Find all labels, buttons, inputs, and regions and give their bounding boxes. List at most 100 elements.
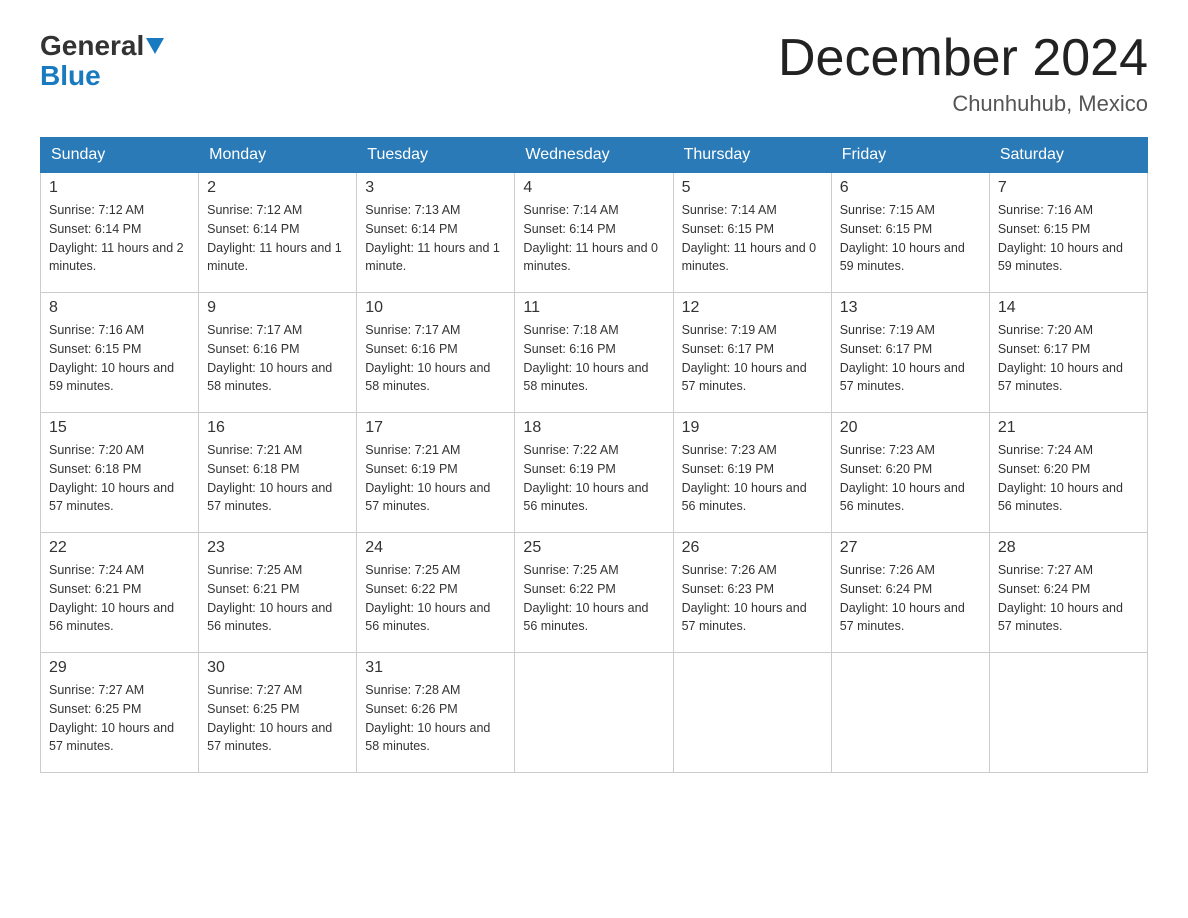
calendar-cell: 7 Sunrise: 7:16 AM Sunset: 6:15 PM Dayli…: [989, 173, 1147, 293]
calendar-cell: 16 Sunrise: 7:21 AM Sunset: 6:18 PM Dayl…: [199, 413, 357, 533]
day-number: 26: [682, 539, 823, 557]
calendar-cell: 29 Sunrise: 7:27 AM Sunset: 6:25 PM Dayl…: [41, 653, 199, 773]
day-info: Sunrise: 7:23 AM Sunset: 6:19 PM Dayligh…: [682, 441, 823, 516]
day-info: Sunrise: 7:19 AM Sunset: 6:17 PM Dayligh…: [840, 321, 981, 396]
calendar-cell: 25 Sunrise: 7:25 AM Sunset: 6:22 PM Dayl…: [515, 533, 673, 653]
weekday-header-thursday: Thursday: [673, 138, 831, 173]
day-info: Sunrise: 7:27 AM Sunset: 6:25 PM Dayligh…: [207, 681, 348, 756]
weekday-header-tuesday: Tuesday: [357, 138, 515, 173]
day-info: Sunrise: 7:25 AM Sunset: 6:22 PM Dayligh…: [523, 561, 664, 636]
calendar-cell: [989, 653, 1147, 773]
day-info: Sunrise: 7:18 AM Sunset: 6:16 PM Dayligh…: [523, 321, 664, 396]
day-info: Sunrise: 7:16 AM Sunset: 6:15 PM Dayligh…: [998, 201, 1139, 276]
weekday-header-sunday: Sunday: [41, 138, 199, 173]
day-info: Sunrise: 7:12 AM Sunset: 6:14 PM Dayligh…: [207, 201, 348, 276]
logo-general-text: General: [40, 30, 144, 62]
calendar-cell: 21 Sunrise: 7:24 AM Sunset: 6:20 PM Dayl…: [989, 413, 1147, 533]
calendar-cell: 1 Sunrise: 7:12 AM Sunset: 6:14 PM Dayli…: [41, 173, 199, 293]
day-info: Sunrise: 7:14 AM Sunset: 6:14 PM Dayligh…: [523, 201, 664, 276]
calendar-week-row: 29 Sunrise: 7:27 AM Sunset: 6:25 PM Dayl…: [41, 653, 1148, 773]
day-info: Sunrise: 7:26 AM Sunset: 6:23 PM Dayligh…: [682, 561, 823, 636]
day-info: Sunrise: 7:25 AM Sunset: 6:21 PM Dayligh…: [207, 561, 348, 636]
day-number: 20: [840, 419, 981, 437]
day-number: 10: [365, 299, 506, 317]
day-number: 9: [207, 299, 348, 317]
day-number: 18: [523, 419, 664, 437]
calendar-cell: [673, 653, 831, 773]
day-number: 23: [207, 539, 348, 557]
day-number: 27: [840, 539, 981, 557]
day-number: 14: [998, 299, 1139, 317]
day-info: Sunrise: 7:17 AM Sunset: 6:16 PM Dayligh…: [207, 321, 348, 396]
day-number: 17: [365, 419, 506, 437]
day-number: 21: [998, 419, 1139, 437]
calendar-week-row: 15 Sunrise: 7:20 AM Sunset: 6:18 PM Dayl…: [41, 413, 1148, 533]
day-info: Sunrise: 7:27 AM Sunset: 6:25 PM Dayligh…: [49, 681, 190, 756]
day-info: Sunrise: 7:26 AM Sunset: 6:24 PM Dayligh…: [840, 561, 981, 636]
calendar-cell: 5 Sunrise: 7:14 AM Sunset: 6:15 PM Dayli…: [673, 173, 831, 293]
calendar-cell: 15 Sunrise: 7:20 AM Sunset: 6:18 PM Dayl…: [41, 413, 199, 533]
calendar-week-row: 22 Sunrise: 7:24 AM Sunset: 6:21 PM Dayl…: [41, 533, 1148, 653]
calendar-cell: 14 Sunrise: 7:20 AM Sunset: 6:17 PM Dayl…: [989, 293, 1147, 413]
day-info: Sunrise: 7:13 AM Sunset: 6:14 PM Dayligh…: [365, 201, 506, 276]
day-info: Sunrise: 7:25 AM Sunset: 6:22 PM Dayligh…: [365, 561, 506, 636]
calendar-table: SundayMondayTuesdayWednesdayThursdayFrid…: [40, 137, 1148, 773]
day-info: Sunrise: 7:22 AM Sunset: 6:19 PM Dayligh…: [523, 441, 664, 516]
calendar-cell: 26 Sunrise: 7:26 AM Sunset: 6:23 PM Dayl…: [673, 533, 831, 653]
logo: General Blue: [40, 30, 166, 92]
calendar-cell: 13 Sunrise: 7:19 AM Sunset: 6:17 PM Dayl…: [831, 293, 989, 413]
calendar-cell: 6 Sunrise: 7:15 AM Sunset: 6:15 PM Dayli…: [831, 173, 989, 293]
calendar-cell: 18 Sunrise: 7:22 AM Sunset: 6:19 PM Dayl…: [515, 413, 673, 533]
weekday-header-saturday: Saturday: [989, 138, 1147, 173]
day-number: 25: [523, 539, 664, 557]
day-number: 7: [998, 179, 1139, 197]
calendar-cell: 27 Sunrise: 7:26 AM Sunset: 6:24 PM Dayl…: [831, 533, 989, 653]
day-number: 3: [365, 179, 506, 197]
calendar-cell: 12 Sunrise: 7:19 AM Sunset: 6:17 PM Dayl…: [673, 293, 831, 413]
calendar-cell: 28 Sunrise: 7:27 AM Sunset: 6:24 PM Dayl…: [989, 533, 1147, 653]
day-number: 29: [49, 659, 190, 677]
calendar-cell: 20 Sunrise: 7:23 AM Sunset: 6:20 PM Dayl…: [831, 413, 989, 533]
page-header: General Blue December 2024 Chunhuhub, Me…: [40, 30, 1148, 117]
calendar-cell: 31 Sunrise: 7:28 AM Sunset: 6:26 PM Dayl…: [357, 653, 515, 773]
day-number: 24: [365, 539, 506, 557]
day-info: Sunrise: 7:24 AM Sunset: 6:20 PM Dayligh…: [998, 441, 1139, 516]
calendar-cell: 30 Sunrise: 7:27 AM Sunset: 6:25 PM Dayl…: [199, 653, 357, 773]
calendar-cell: 23 Sunrise: 7:25 AM Sunset: 6:21 PM Dayl…: [199, 533, 357, 653]
day-info: Sunrise: 7:21 AM Sunset: 6:19 PM Dayligh…: [365, 441, 506, 516]
calendar-cell: [515, 653, 673, 773]
title-area: December 2024 Chunhuhub, Mexico: [778, 30, 1148, 117]
weekday-header-friday: Friday: [831, 138, 989, 173]
weekday-header-row: SundayMondayTuesdayWednesdayThursdayFrid…: [41, 138, 1148, 173]
calendar-cell: 2 Sunrise: 7:12 AM Sunset: 6:14 PM Dayli…: [199, 173, 357, 293]
logo-blue-text: Blue: [40, 60, 101, 91]
day-number: 5: [682, 179, 823, 197]
day-number: 12: [682, 299, 823, 317]
day-number: 13: [840, 299, 981, 317]
day-number: 30: [207, 659, 348, 677]
day-number: 8: [49, 299, 190, 317]
day-info: Sunrise: 7:12 AM Sunset: 6:14 PM Dayligh…: [49, 201, 190, 276]
calendar-week-row: 8 Sunrise: 7:16 AM Sunset: 6:15 PM Dayli…: [41, 293, 1148, 413]
day-number: 15: [49, 419, 190, 437]
day-info: Sunrise: 7:16 AM Sunset: 6:15 PM Dayligh…: [49, 321, 190, 396]
calendar-cell: 9 Sunrise: 7:17 AM Sunset: 6:16 PM Dayli…: [199, 293, 357, 413]
calendar-cell: 8 Sunrise: 7:16 AM Sunset: 6:15 PM Dayli…: [41, 293, 199, 413]
calendar-cell: 11 Sunrise: 7:18 AM Sunset: 6:16 PM Dayl…: [515, 293, 673, 413]
day-number: 16: [207, 419, 348, 437]
location-label: Chunhuhub, Mexico: [778, 91, 1148, 117]
calendar-cell: 10 Sunrise: 7:17 AM Sunset: 6:16 PM Dayl…: [357, 293, 515, 413]
day-info: Sunrise: 7:27 AM Sunset: 6:24 PM Dayligh…: [998, 561, 1139, 636]
calendar-week-row: 1 Sunrise: 7:12 AM Sunset: 6:14 PM Dayli…: [41, 173, 1148, 293]
day-info: Sunrise: 7:14 AM Sunset: 6:15 PM Dayligh…: [682, 201, 823, 276]
day-info: Sunrise: 7:21 AM Sunset: 6:18 PM Dayligh…: [207, 441, 348, 516]
calendar-cell: 24 Sunrise: 7:25 AM Sunset: 6:22 PM Dayl…: [357, 533, 515, 653]
day-info: Sunrise: 7:20 AM Sunset: 6:18 PM Dayligh…: [49, 441, 190, 516]
day-number: 22: [49, 539, 190, 557]
day-info: Sunrise: 7:23 AM Sunset: 6:20 PM Dayligh…: [840, 441, 981, 516]
day-info: Sunrise: 7:19 AM Sunset: 6:17 PM Dayligh…: [682, 321, 823, 396]
calendar-cell: 22 Sunrise: 7:24 AM Sunset: 6:21 PM Dayl…: [41, 533, 199, 653]
day-number: 1: [49, 179, 190, 197]
day-info: Sunrise: 7:20 AM Sunset: 6:17 PM Dayligh…: [998, 321, 1139, 396]
day-number: 11: [523, 299, 664, 317]
